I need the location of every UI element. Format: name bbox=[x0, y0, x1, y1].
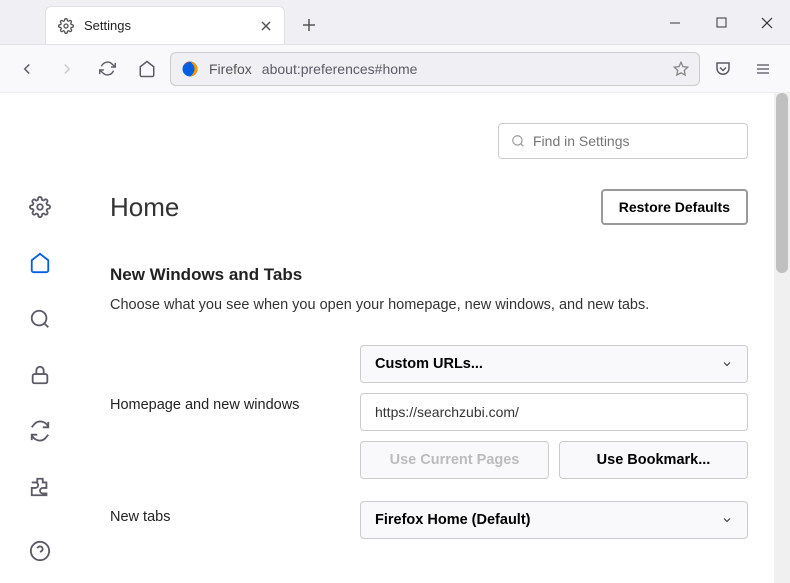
main: Home Restore Defaults New Windows and Ta… bbox=[80, 93, 790, 583]
sidebar-item-general[interactable] bbox=[26, 193, 54, 221]
find-in-settings[interactable] bbox=[498, 123, 748, 159]
tab-title: Settings bbox=[84, 18, 260, 33]
section-description: Choose what you see when you open your h… bbox=[110, 295, 748, 315]
sidebar-item-help[interactable] bbox=[26, 537, 54, 565]
sidebar bbox=[0, 93, 80, 583]
use-current-pages-button[interactable]: Use Current Pages bbox=[360, 441, 549, 479]
search-icon bbox=[511, 134, 525, 148]
pocket-button[interactable] bbox=[706, 52, 740, 86]
new-tab-button[interactable] bbox=[293, 9, 325, 41]
page-title: Home bbox=[110, 192, 179, 223]
menu-button[interactable] bbox=[746, 52, 780, 86]
find-input[interactable] bbox=[533, 133, 735, 149]
chevron-down-icon bbox=[721, 514, 733, 526]
scrollbar-thumb[interactable] bbox=[776, 93, 788, 273]
sidebar-item-home[interactable] bbox=[26, 249, 54, 277]
maximize-button[interactable] bbox=[698, 0, 744, 45]
homepage-mode-dropdown[interactable]: Custom URLs... bbox=[360, 345, 748, 383]
restore-defaults-button[interactable]: Restore Defaults bbox=[601, 189, 748, 225]
home-button[interactable] bbox=[130, 52, 164, 86]
firefox-icon bbox=[181, 60, 199, 78]
url-identity: Firefox bbox=[209, 61, 252, 77]
bookmark-star-icon[interactable] bbox=[673, 61, 689, 77]
homepage-label: Homepage and new windows bbox=[110, 345, 330, 413]
sidebar-item-privacy[interactable] bbox=[26, 361, 54, 389]
reload-button[interactable] bbox=[90, 52, 124, 86]
newtabs-label: New tabs bbox=[110, 501, 330, 525]
newtabs-dropdown[interactable]: Firefox Home (Default) bbox=[360, 501, 748, 539]
scrollbar[interactable] bbox=[774, 93, 790, 583]
sidebar-item-extensions[interactable] bbox=[26, 473, 54, 501]
sidebar-item-sync[interactable] bbox=[26, 417, 54, 445]
use-bookmark-button[interactable]: Use Bookmark... bbox=[559, 441, 748, 479]
minimize-button[interactable] bbox=[652, 0, 698, 45]
content: Home Restore Defaults New Windows and Ta… bbox=[0, 93, 790, 583]
close-icon[interactable] bbox=[260, 20, 272, 32]
tab-settings[interactable]: Settings bbox=[45, 6, 285, 44]
window-controls bbox=[652, 0, 790, 45]
section-title: New Windows and Tabs bbox=[110, 265, 748, 285]
toolbar: Firefox about:preferences#home bbox=[0, 45, 790, 93]
homepage-url-input[interactable] bbox=[360, 393, 748, 431]
chevron-down-icon bbox=[721, 358, 733, 370]
close-window-button[interactable] bbox=[744, 0, 790, 45]
sidebar-item-search[interactable] bbox=[26, 305, 54, 333]
back-button[interactable] bbox=[10, 52, 44, 86]
url-bar[interactable]: Firefox about:preferences#home bbox=[170, 52, 700, 86]
gear-icon bbox=[58, 18, 74, 34]
forward-button[interactable] bbox=[50, 52, 84, 86]
url-text: about:preferences#home bbox=[262, 61, 663, 77]
tab-bar: Settings bbox=[0, 0, 790, 45]
